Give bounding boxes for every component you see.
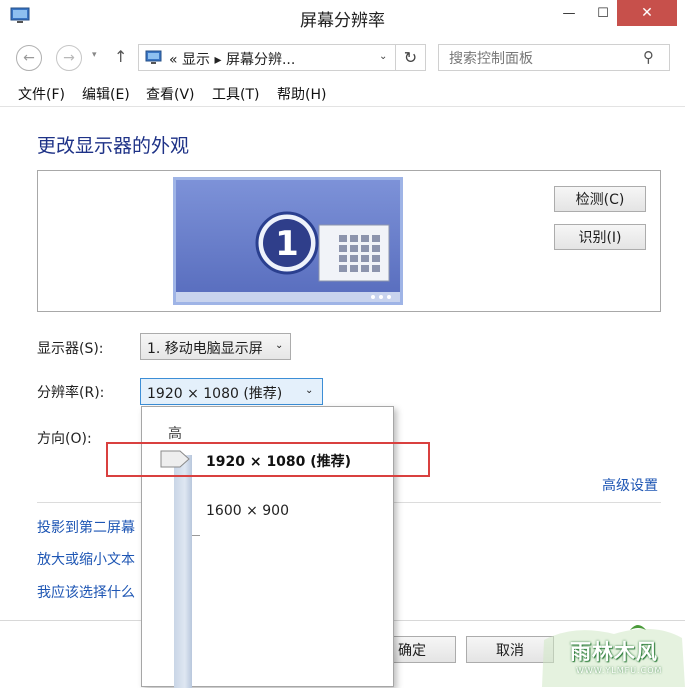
monitor-1-thumbnail[interactable]: 1 bbox=[173, 177, 403, 305]
watermark-logo-text: 雨林木风 bbox=[570, 640, 658, 664]
close-button[interactable]: ✕ bbox=[617, 0, 677, 26]
display-icon bbox=[145, 50, 162, 64]
search-box[interactable]: ⚲ bbox=[438, 44, 670, 71]
resolution-label: 分辨率(R): bbox=[37, 385, 105, 401]
address-bar[interactable]: « 显示 ▸ 屏幕分辨... ⌄ bbox=[138, 44, 396, 71]
advanced-settings-link[interactable]: 高级设置 bbox=[602, 475, 658, 495]
resolution-high-label: 高 bbox=[168, 426, 182, 442]
identify-button[interactable]: 识别(I) bbox=[554, 224, 646, 250]
chevron-down-icon: ⌄ bbox=[275, 340, 284, 351]
title-bar: 屏幕分辨率 — ☐ ✕ bbox=[0, 0, 685, 34]
menu-edit[interactable]: 编辑(E) bbox=[82, 84, 130, 104]
back-button[interactable]: ← bbox=[16, 45, 42, 71]
refresh-button[interactable]: ↻ bbox=[396, 44, 426, 71]
menu-view[interactable]: 查看(V) bbox=[146, 84, 195, 104]
page-title: 更改显示器的外观 bbox=[37, 135, 190, 157]
watermark-url: WWW.YLMFU.COM bbox=[576, 666, 663, 675]
up-button[interactable]: ↑ bbox=[114, 47, 127, 66]
back-arrow-icon: ← bbox=[23, 50, 35, 66]
project-to-second-screen-link[interactable]: 投影到第二屏幕 bbox=[37, 517, 135, 537]
resolution-slider-track[interactable] bbox=[174, 455, 192, 688]
menu-help[interactable]: 帮助(H) bbox=[277, 84, 326, 104]
highlight-annotation bbox=[106, 442, 430, 477]
resolution-select-value: 1920 × 1080 (推荐) bbox=[147, 386, 283, 402]
resolution-option[interactable]: 1600 × 900 bbox=[206, 503, 289, 519]
menu-bar: 文件(F) 编辑(E) 查看(V) 工具(T) 帮助(H) bbox=[0, 84, 685, 106]
orientation-label: 方向(O): bbox=[37, 431, 92, 447]
watermark: 雨林木风 WWW.YLMFU.COM bbox=[534, 620, 685, 687]
refresh-icon: ↻ bbox=[403, 48, 418, 67]
slider-tick bbox=[192, 535, 200, 536]
display-label: 显示器(S): bbox=[37, 341, 104, 357]
detect-button[interactable]: 检测(C) bbox=[554, 186, 646, 212]
what-settings-link[interactable]: 我应该选择什么 bbox=[37, 582, 135, 602]
forward-button[interactable]: → bbox=[56, 45, 82, 71]
resolution-select[interactable]: 1920 × 1080 (推荐) ⌄ bbox=[140, 378, 323, 405]
forward-arrow-icon: → bbox=[63, 50, 75, 66]
display-select[interactable]: 1. 移动电脑显示屏 ⌄ bbox=[140, 333, 291, 360]
monitor-number: 1 bbox=[275, 224, 299, 264]
chevron-down-icon: ⌄ bbox=[305, 385, 314, 396]
text-size-link[interactable]: 放大或缩小文本 bbox=[37, 549, 135, 569]
search-icon[interactable]: ⚲ bbox=[643, 48, 654, 66]
search-input[interactable] bbox=[447, 48, 641, 69]
breadcrumb[interactable]: « 显示 ▸ 屏幕分辨... bbox=[169, 49, 295, 69]
recent-locations-dropdown[interactable]: ▾ bbox=[92, 50, 97, 60]
chevron-down-icon[interactable]: ⌄ bbox=[379, 51, 387, 62]
menu-tools[interactable]: 工具(T) bbox=[212, 84, 259, 104]
display-select-value: 1. 移动电脑显示屏 bbox=[147, 341, 263, 357]
menu-file[interactable]: 文件(F) bbox=[18, 84, 65, 104]
